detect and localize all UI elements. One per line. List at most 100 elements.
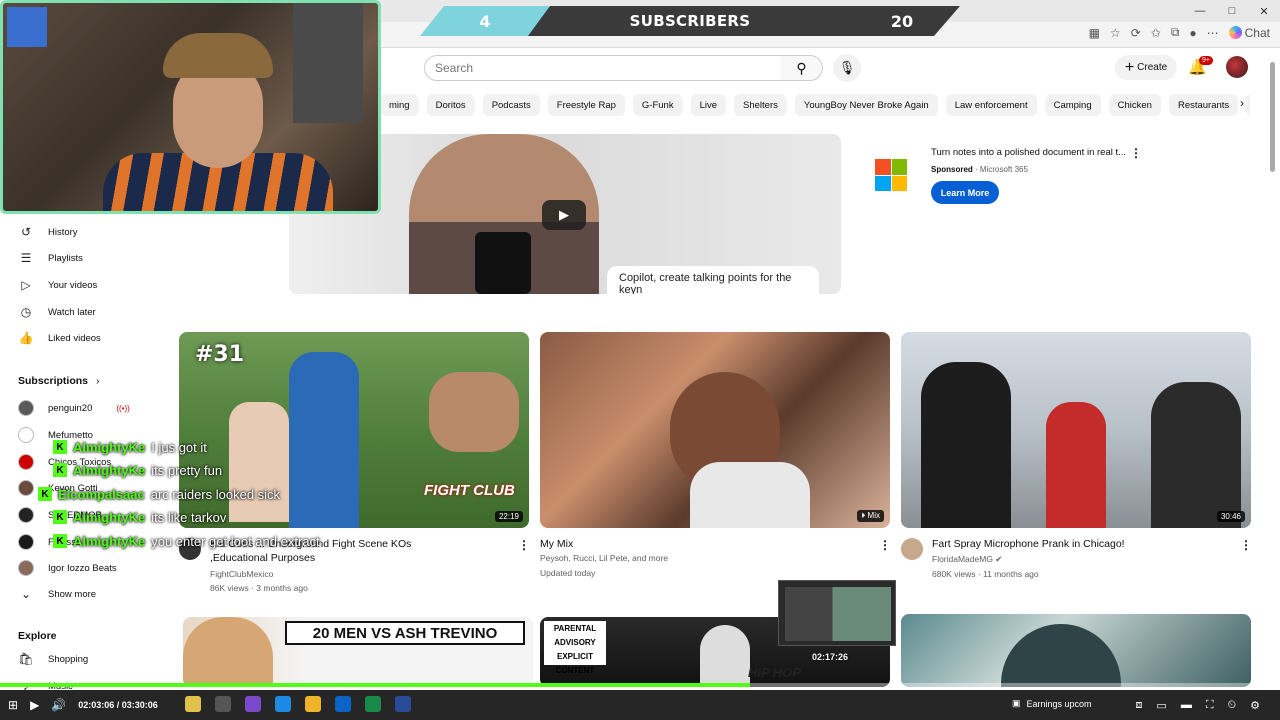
category-chip[interactable]: G-Funk bbox=[632, 94, 683, 116]
ad-more-options-icon[interactable]: ⋮ bbox=[1130, 146, 1142, 160]
app-icon[interactable] bbox=[365, 696, 381, 712]
menu-dots-icon[interactable]: ⋯ bbox=[1207, 26, 1219, 40]
show-more-button[interactable]: ⌄ Show more bbox=[18, 584, 96, 604]
captions-icon[interactable]: ⧈ bbox=[1135, 699, 1142, 712]
fullscreen-icon[interactable]: ⛶ bbox=[1206, 699, 1214, 712]
app-icon[interactable] bbox=[395, 696, 411, 712]
windows-start-icon[interactable]: ⊞ bbox=[8, 698, 18, 712]
category-chip[interactable]: Podcasts bbox=[482, 94, 540, 116]
more-options-icon[interactable]: ⋮ bbox=[879, 538, 891, 552]
episode-badge: #31 bbox=[195, 342, 245, 367]
category-chip[interactable]: ming bbox=[380, 94, 419, 116]
reader-icon[interactable]: ▦ bbox=[1089, 26, 1100, 40]
category-chip[interactable]: Camping bbox=[1044, 94, 1101, 116]
minimize-button[interactable]: — bbox=[1184, 0, 1216, 22]
subscriptions-heading[interactable]: Subscriptions › bbox=[18, 375, 100, 387]
plus-icon: + bbox=[1124, 58, 1135, 76]
video-thumbnail[interactable]: ⏵ Mix bbox=[540, 332, 890, 528]
search-input[interactable]: Search bbox=[424, 55, 782, 81]
category-chip[interactable]: Chicken bbox=[1108, 94, 1161, 116]
video-thumbnail[interactable] bbox=[901, 614, 1251, 687]
outlook-icon[interactable] bbox=[335, 696, 351, 712]
sidebar-item-shopping[interactable]: 🛍 Shopping bbox=[18, 649, 88, 669]
video-title-line2[interactable]: ,Educational Purposes bbox=[210, 552, 315, 564]
chevron-right-icon[interactable]: › bbox=[1240, 96, 1244, 110]
search-icon: ⚲ bbox=[796, 59, 807, 76]
profile-icon[interactable]: ● bbox=[1189, 26, 1196, 40]
sidebar-item-watch-later[interactable]: ◷ Watch later bbox=[18, 302, 96, 322]
video-title[interactable]: Fart Spray Microphone Prank in Chicago! bbox=[932, 538, 1125, 550]
parental-advisory-label: PARENTAL ADVISORY EXPLICIT CONTENT bbox=[544, 621, 606, 675]
person-image bbox=[921, 362, 1011, 528]
category-chip[interactable]: Doritos bbox=[426, 94, 475, 116]
sidebar-item-playlists[interactable]: ☰ Playlists bbox=[18, 248, 83, 268]
volume-icon[interactable]: 🔊 bbox=[51, 698, 66, 712]
scrollbar-thumb[interactable] bbox=[1270, 62, 1275, 172]
subscriber-goal-banner: 4 SUBSCRIBERS 20 bbox=[420, 6, 960, 36]
collections-icon[interactable]: ⧉ bbox=[1171, 25, 1180, 40]
more-options-icon[interactable]: ⋮ bbox=[518, 538, 530, 552]
create-button[interactable]: + Create bbox=[1115, 55, 1177, 80]
goal-title: SUBSCRIBERS bbox=[629, 12, 751, 30]
channel-name[interactable]: FloridaMadeMG ✔ bbox=[932, 554, 1002, 565]
refresh-extension-icon[interactable]: ⟳ bbox=[1131, 26, 1141, 40]
favorites-icon[interactable]: ✩ bbox=[1151, 26, 1161, 40]
maximize-button[interactable]: □ bbox=[1216, 0, 1248, 22]
mix-label: Mix bbox=[867, 511, 880, 520]
search-button[interactable]: ⚲ bbox=[781, 55, 823, 81]
logo-green-square bbox=[891, 159, 907, 175]
video-thumbnail[interactable]: 30:46 bbox=[901, 332, 1251, 528]
copilot-icon bbox=[1228, 26, 1242, 39]
playlists-icon: ☰ bbox=[20, 251, 32, 265]
category-chip[interactable]: YoungBoy Never Broke Again bbox=[794, 94, 938, 116]
subscription-item[interactable]: penguin20 ((•)) bbox=[18, 398, 130, 418]
fighter-image bbox=[289, 352, 359, 528]
play-icon[interactable]: ▶ bbox=[542, 200, 586, 230]
favorite-star-icon[interactable]: ☆ bbox=[1110, 26, 1121, 40]
video-thumbnail[interactable]: 20 MEN VS ASH TREVINO bbox=[183, 617, 533, 687]
ad-title[interactable]: Turn notes into a polished document in r… bbox=[931, 147, 1126, 158]
chat-message: K AlmightyKe I jus got it bbox=[53, 438, 207, 456]
category-chips: ming Doritos Podcasts Freestyle Rap G-Funk Li… bbox=[380, 94, 1250, 116]
edge-icon[interactable] bbox=[275, 696, 291, 712]
close-window-button[interactable]: ✕ bbox=[1248, 0, 1280, 22]
sidebar-item-history[interactable]: ↺ History bbox=[18, 222, 78, 242]
category-chip[interactable]: Restaurants bbox=[1168, 94, 1239, 116]
voice-search-button[interactable]: 🎙 bbox=[833, 54, 861, 82]
category-chip[interactable]: Law enforcement bbox=[945, 94, 1037, 116]
category-chip[interactable]: Sketc bbox=[1246, 94, 1250, 116]
learn-more-button[interactable]: Learn More bbox=[931, 181, 999, 204]
chat-username: AlmightyKe bbox=[73, 462, 146, 478]
copilot-app-icon[interactable] bbox=[245, 696, 261, 712]
mix-artists: Peysoh, Rucci, Lil Pete, and more bbox=[540, 553, 669, 563]
explore-heading: Explore bbox=[18, 630, 57, 642]
ad-phone-image bbox=[475, 232, 531, 294]
sidebar-item-your-videos[interactable]: ▷ Your videos bbox=[18, 275, 97, 295]
video-title[interactable]: My Mix bbox=[540, 538, 573, 550]
chevron-right-icon: › bbox=[96, 375, 100, 387]
your-videos-icon: ▷ bbox=[21, 278, 31, 292]
task-view-icon[interactable] bbox=[215, 696, 231, 712]
copilot-chat-button[interactable]: Chat bbox=[1228, 26, 1270, 40]
play-icon[interactable]: ▶ bbox=[30, 698, 39, 712]
channel-name[interactable]: FightClubMexico bbox=[210, 569, 273, 579]
account-avatar[interactable] bbox=[1226, 56, 1248, 78]
crowd-image bbox=[429, 372, 519, 452]
miniplayer-icon[interactable]: ▭ bbox=[1156, 699, 1166, 712]
category-chip[interactable]: Shelters bbox=[734, 94, 787, 116]
theater-icon[interactable]: ▬ bbox=[1181, 699, 1192, 711]
sidebar-item-liked-videos[interactable]: 👍 Liked videos bbox=[18, 328, 101, 348]
subscription-item[interactable]: Igor Iozzo Beats bbox=[18, 558, 117, 578]
speed-icon[interactable]: ⏲ bbox=[1228, 699, 1237, 712]
settings-gear-icon[interactable]: ⚙ bbox=[1250, 699, 1260, 712]
category-chip[interactable]: Live bbox=[690, 94, 727, 116]
channel-avatar[interactable] bbox=[901, 538, 923, 560]
news-widget[interactable]: ▣ Earnings upcom bbox=[1012, 698, 1092, 709]
scrub-preview bbox=[778, 580, 896, 646]
more-options-icon[interactable]: ⋮ bbox=[1240, 538, 1252, 552]
channel-avatar bbox=[18, 427, 34, 443]
streamer-hat-image bbox=[163, 33, 273, 78]
file-explorer-icon[interactable] bbox=[305, 696, 321, 712]
category-chip[interactable]: Freestyle Rap bbox=[547, 94, 625, 116]
app-icon[interactable] bbox=[185, 696, 201, 712]
